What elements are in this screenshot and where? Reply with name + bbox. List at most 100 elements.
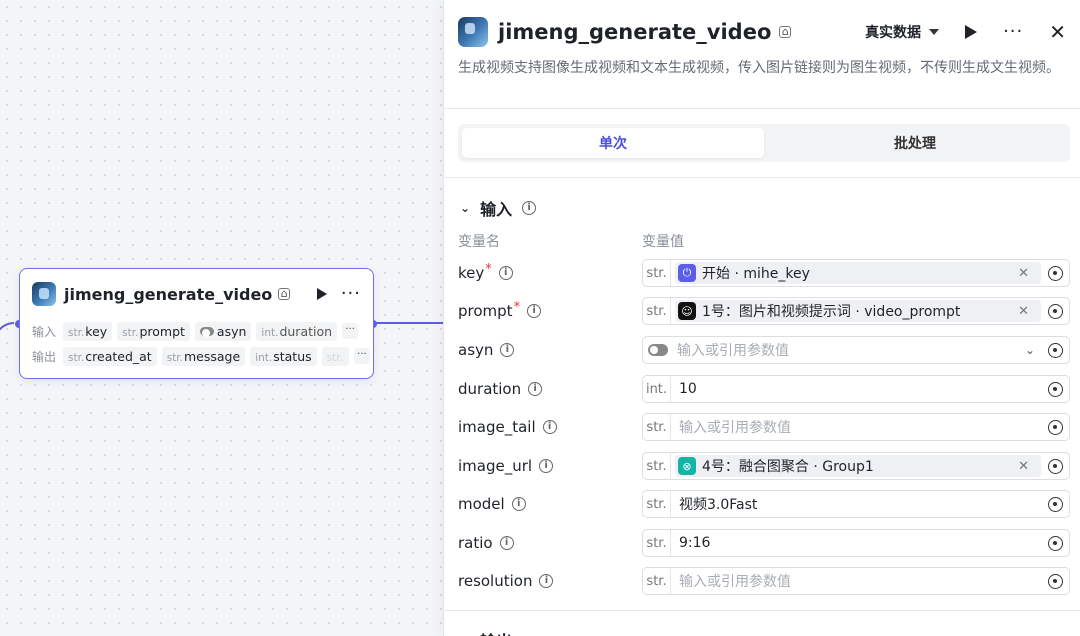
info-icon[interactable]: i	[522, 201, 537, 215]
input-section-header[interactable]: ⌄ 输入 i	[460, 196, 537, 220]
placeholder-text[interactable]: 输入或引用参数值	[671, 571, 791, 591]
type-label: str.	[643, 530, 671, 556]
node-inputs-row: 输入 str.key str.prompt asyn int.duration …	[32, 321, 359, 341]
input-value[interactable]: 10	[671, 381, 697, 397]
info-icon[interactable]: i	[527, 304, 542, 318]
column-header-value: 变量值	[642, 234, 684, 250]
type-label: str.	[643, 568, 671, 594]
input-value[interactable]: 9:16	[671, 535, 710, 551]
llm-node-icon: ☺	[678, 302, 696, 320]
clear-icon[interactable]: ✕	[1012, 459, 1035, 474]
info-icon[interactable]: i	[539, 459, 554, 473]
reference-button[interactable]	[1041, 414, 1069, 440]
clear-icon[interactable]: ✕	[1012, 266, 1035, 281]
reference-button[interactable]	[1041, 260, 1069, 286]
param-input-key[interactable]: str. ⏻ 开始 · mihe_key ✕	[642, 259, 1070, 287]
input-value[interactable]: 视频3.0Fast	[671, 494, 757, 514]
param-name: duration	[458, 380, 522, 398]
param-input-image-url[interactable]: str. ⊗ 4号：融合图聚合 · Group1 ✕	[642, 452, 1070, 480]
param-input-prompt[interactable]: str. ☺ 1号：图片和视频提示词 · video_prompt ✕	[642, 297, 1070, 325]
node-input-tag: asyn	[194, 321, 252, 341]
type-label: str.	[643, 453, 671, 479]
variable-reference-icon	[1047, 265, 1063, 281]
clear-icon[interactable]: ✕	[1012, 304, 1035, 319]
placeholder-text[interactable]: 输入或引用参数值	[671, 417, 791, 437]
node-input-tag: str.prompt	[117, 321, 190, 341]
reference-button[interactable]	[1041, 376, 1069, 402]
node-outputs-label: 输出	[32, 349, 57, 364]
reference-button[interactable]	[1041, 298, 1069, 324]
variable-reference-icon	[1047, 419, 1063, 435]
param-name: ratio	[458, 534, 493, 552]
node-input-tag: str.key	[63, 321, 113, 341]
chevron-down-icon[interactable]: ⌄	[460, 201, 470, 215]
info-icon[interactable]: i	[511, 497, 526, 511]
param-row-image-url: image_url i str. ⊗ 4号：融合图聚合 · Group1 ✕	[458, 452, 1070, 480]
node-outputs-more-icon[interactable]: ···	[353, 348, 370, 364]
reference-button[interactable]	[1041, 568, 1069, 594]
input-section-title: 输入	[480, 200, 513, 219]
plugin-app-icon	[458, 17, 488, 47]
type-label: str.	[643, 298, 671, 324]
close-icon[interactable]: ✕	[1049, 22, 1066, 42]
toggle-icon	[648, 344, 668, 356]
param-row-asyn: asyn i 输入或引用参数值 ⌄	[458, 336, 1070, 364]
type-label: int.	[643, 376, 671, 402]
node-outputs-row: 输出 str.created_at str.message int.status…	[32, 346, 370, 366]
node-output-tag: str.created_at	[63, 346, 157, 366]
reference-button[interactable]	[1041, 491, 1069, 517]
node-input-tag: int.duration	[256, 321, 338, 341]
info-icon[interactable]: i	[528, 382, 543, 396]
workflow-node-jimeng[interactable]: jimeng_generate_video ⌂ ··· 输入 str.key s…	[19, 268, 374, 379]
param-input-ratio[interactable]: str. 9:16	[642, 529, 1070, 557]
plugin-badge-icon: ⌂	[779, 26, 792, 38]
plugin-badge-icon: ⌂	[278, 288, 291, 300]
node-run-icon[interactable]	[316, 288, 327, 300]
required-mark: *	[485, 261, 492, 277]
variable-reference-icon	[1047, 458, 1063, 474]
reference-button[interactable]	[1041, 453, 1069, 479]
tab-batch[interactable]: 批处理	[764, 128, 1066, 158]
panel-header: jimeng_generate_video ⌂ 真实数据 ··· ✕	[458, 16, 1066, 48]
reference-button[interactable]	[1041, 337, 1069, 363]
param-name: image_tail	[458, 418, 536, 436]
node-more-icon[interactable]: ···	[341, 285, 361, 303]
param-input-model[interactable]: str. 视频3.0Fast	[642, 490, 1070, 518]
info-icon[interactable]: i	[542, 420, 557, 434]
more-icon[interactable]: ···	[1003, 23, 1023, 41]
data-mode-select[interactable]: 真实数据	[865, 22, 940, 42]
node-title: jimeng_generate_video	[64, 284, 273, 304]
required-mark: *	[513, 299, 521, 315]
output-section-header[interactable]: ⌄ 输出	[460, 628, 512, 636]
param-name: model	[458, 495, 505, 513]
type-label: str.	[643, 414, 671, 440]
info-icon[interactable]: i	[500, 343, 515, 357]
variable-reference-icon	[1047, 381, 1063, 397]
reference-chip[interactable]: ☺ 1号：图片和视频提示词 · video_prompt ✕	[675, 300, 1041, 322]
variable-reference-icon	[1047, 535, 1063, 551]
reference-chip[interactable]: ⊗ 4号：融合图聚合 · Group1 ✕	[675, 455, 1041, 477]
tab-single[interactable]: 单次	[462, 128, 764, 158]
caret-down-icon	[929, 29, 940, 35]
node-inputs-more-icon[interactable]: ···	[342, 323, 359, 339]
param-row-duration: duration i int. 10	[458, 375, 1070, 403]
variable-reference-icon	[1047, 342, 1063, 358]
param-select-asyn[interactable]: 输入或引用参数值 ⌄	[642, 336, 1070, 364]
toggle-icon	[199, 326, 214, 337]
chevron-down-icon[interactable]: ⌄	[1025, 343, 1041, 357]
aggregate-node-icon: ⊗	[678, 457, 696, 475]
reference-chip[interactable]: ⏻ 开始 · mihe_key ✕	[675, 262, 1041, 284]
placeholder-text: 输入或引用参数值	[677, 343, 789, 359]
data-mode-label: 真实数据	[865, 25, 922, 41]
param-input-duration[interactable]: int. 10	[642, 375, 1070, 403]
output-section-title: 输出	[480, 628, 512, 636]
info-icon[interactable]: i	[499, 536, 514, 550]
param-input-resolution[interactable]: str. 输入或引用参数值	[642, 567, 1070, 595]
run-icon[interactable]	[965, 25, 978, 39]
panel-description: 生成视频支持图像生成视频和文本生成视频，传入图片链接则为图生视频，不传则生成文生…	[458, 60, 1060, 76]
info-icon[interactable]: i	[498, 266, 513, 280]
node-output-tag: str.message	[161, 346, 246, 366]
param-input-image-tail[interactable]: str. 输入或引用参数值	[642, 413, 1070, 441]
info-icon[interactable]: i	[539, 574, 554, 588]
reference-button[interactable]	[1041, 530, 1069, 556]
